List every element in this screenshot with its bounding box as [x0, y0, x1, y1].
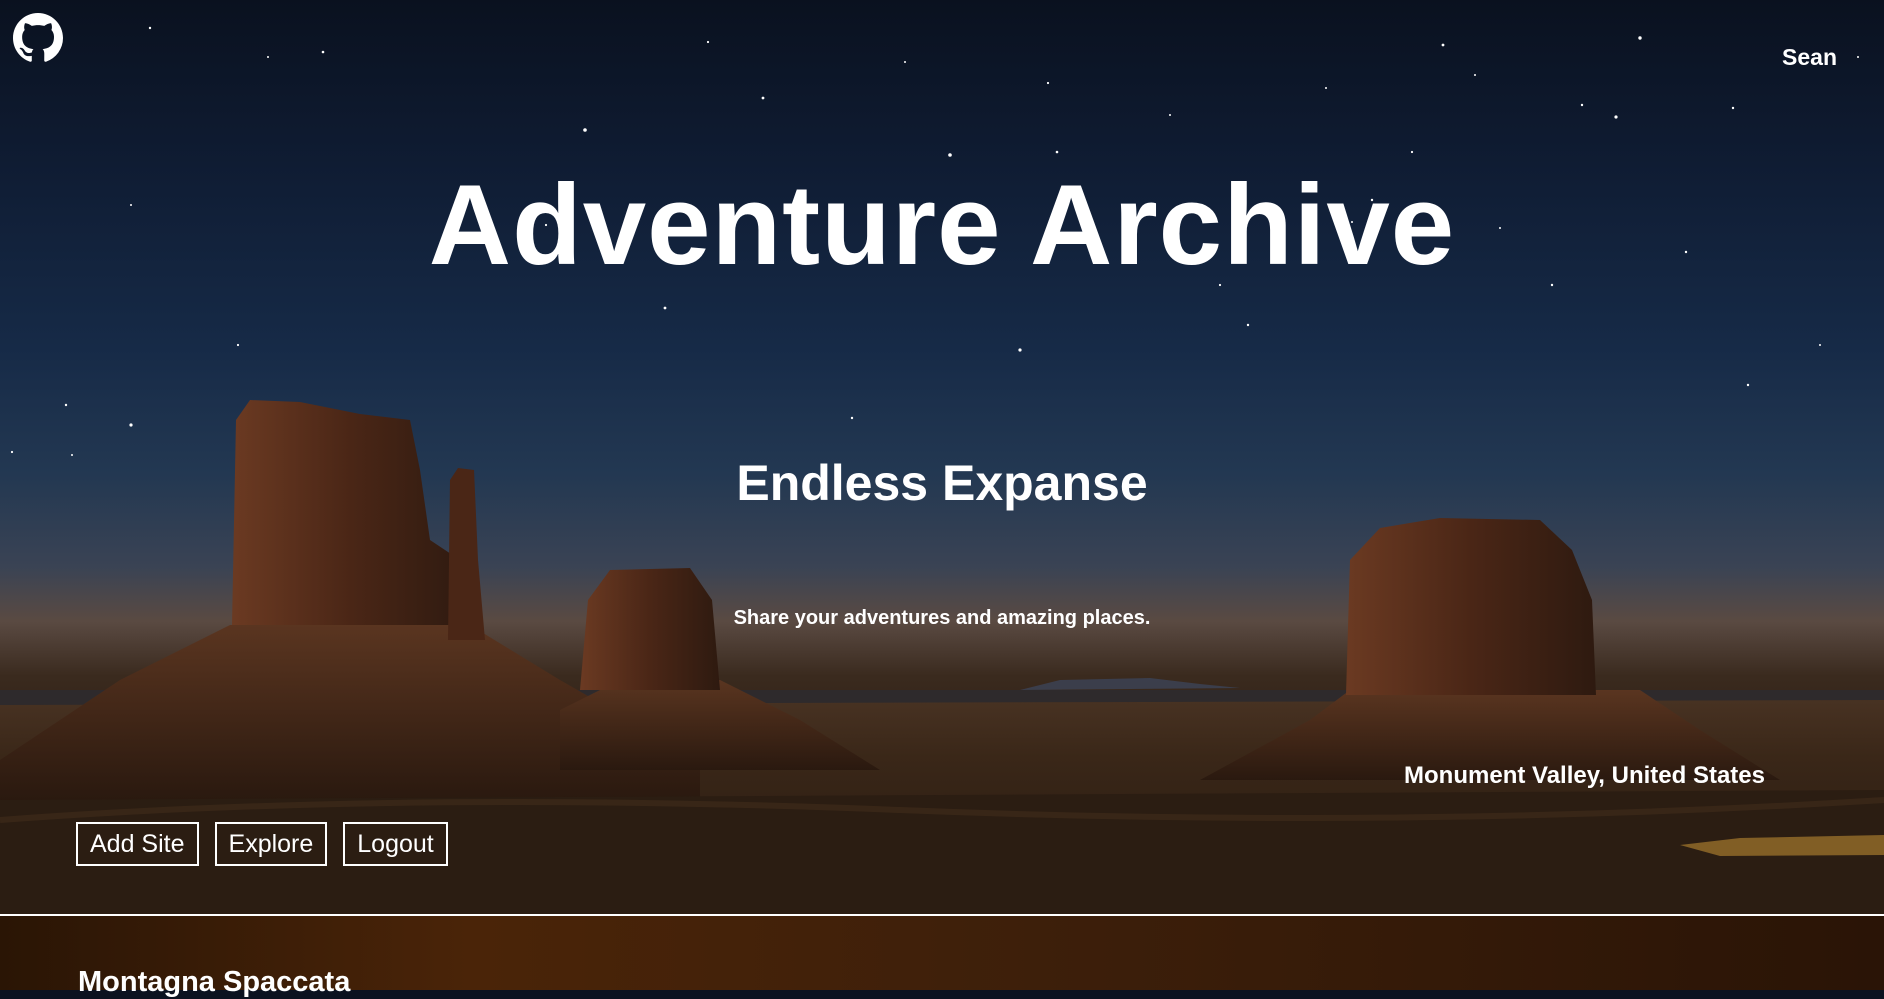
nav-buttons: Add Site Explore Logout — [76, 822, 448, 866]
user-name-link[interactable]: Sean — [1782, 44, 1837, 71]
hero-subtitle: Share your adventures and amazing places… — [733, 607, 1151, 629]
hero-banner: Sean Adventure Archive Endless Expanse S… — [0, 0, 1884, 914]
site-card-title[interactable]: Montagna Spaccata — [78, 966, 350, 999]
logout-button[interactable]: Logout — [343, 822, 448, 866]
photo-location-label: Monument Valley, United States — [1404, 762, 1765, 789]
add-site-button[interactable]: Add Site — [76, 822, 199, 866]
github-icon[interactable] — [13, 13, 63, 63]
site-title: Adventure Archive — [428, 162, 1456, 289]
sites-section: Montagna Spaccata — [0, 916, 1884, 998]
hero-heading: Endless Expanse — [736, 455, 1148, 511]
explore-button[interactable]: Explore — [214, 822, 328, 866]
